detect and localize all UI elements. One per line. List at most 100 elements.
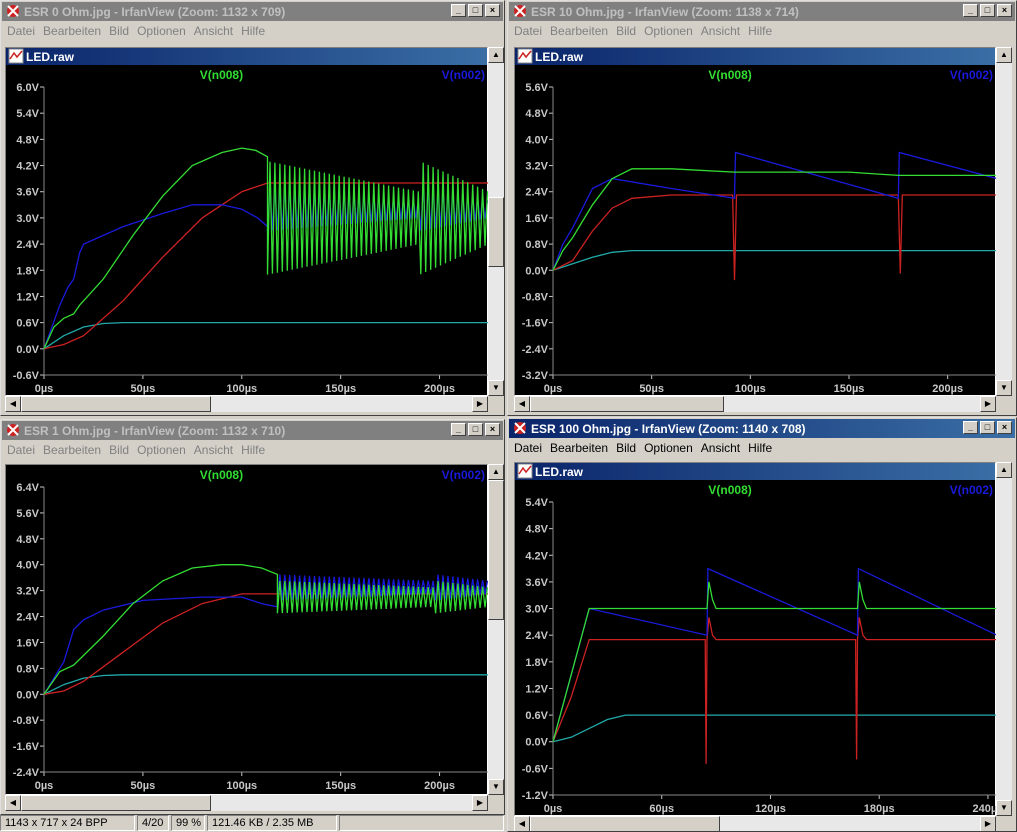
- close-button[interactable]: ×: [997, 4, 1012, 17]
- maximize-button[interactable]: □: [468, 4, 483, 17]
- irfanview-window-esr10[interactable]: ESR 10 Ohm.jpg - IrfanView (Zoom: 1138 x…: [507, 0, 1017, 416]
- y-tick-label: 4.0V: [525, 134, 548, 146]
- y-tick-label: 1.2V: [16, 291, 39, 303]
- scroll-up-button[interactable]: ▲: [488, 464, 504, 480]
- y-tick-label: 2.4V: [16, 612, 39, 624]
- maximize-button[interactable]: □: [980, 4, 995, 17]
- minimize-button[interactable]: _: [451, 423, 466, 436]
- plot-child-window: LED.raw V(n008) V(n002) 5.4V 4.8V 4.2V 3.6V 3.…: [514, 462, 997, 816]
- y-tick-label: 0.0V: [16, 344, 39, 356]
- scroll-down-button[interactable]: ▼: [996, 800, 1012, 816]
- scroll-thumb[interactable]: [21, 396, 211, 412]
- maximize-button[interactable]: □: [468, 423, 483, 436]
- menu-datei[interactable]: Datei: [514, 441, 542, 455]
- x-tick-label: 60µs: [649, 803, 674, 815]
- window-titlebar[interactable]: ESR 10 Ohm.jpg - IrfanView (Zoom: 1138 x…: [509, 2, 1015, 21]
- minimize-button[interactable]: _: [963, 4, 978, 17]
- menu-optionen[interactable]: Optionen: [137, 24, 186, 38]
- window-titlebar[interactable]: ESR 1 Ohm.jpg - IrfanView (Zoom: 1132 x …: [2, 421, 503, 440]
- vertical-scrollbar[interactable]: ▲ ▼: [996, 47, 1012, 396]
- minimize-button[interactable]: _: [451, 4, 466, 17]
- child-titlebar[interactable]: LED.raw: [6, 48, 487, 65]
- menu-datei[interactable]: Datei: [514, 24, 542, 38]
- scroll-right-button[interactable]: ▶: [472, 795, 488, 811]
- scroll-up-button[interactable]: ▲: [996, 47, 1012, 63]
- irfanview-window-esr1[interactable]: ESR 1 Ohm.jpg - IrfanView (Zoom: 1132 x …: [0, 419, 505, 815]
- menu-hilfe[interactable]: Hilfe: [748, 24, 772, 38]
- close-button[interactable]: ×: [485, 423, 500, 436]
- waveform-plot: V(n008) V(n002) 6.0V 5.4V 4.8V 4.2V 3.6V 3.0V 2.…: [13, 68, 489, 395]
- maximize-button[interactable]: □: [980, 421, 995, 434]
- menu-bild[interactable]: Bild: [109, 443, 129, 457]
- scroll-thumb[interactable]: [21, 795, 211, 811]
- x-tick-label: 0µs: [544, 803, 563, 815]
- irfanview-window-esr0[interactable]: ESR 0 Ohm.jpg - IrfanView (Zoom: 1132 x …: [0, 0, 505, 416]
- menu-datei[interactable]: Datei: [7, 24, 35, 38]
- window-titlebar[interactable]: ESR 100 Ohm.jpg - IrfanView (Zoom: 1140 …: [509, 419, 1015, 438]
- menu-bild[interactable]: Bild: [616, 441, 636, 455]
- legend-left: V(n008): [200, 468, 243, 482]
- scroll-down-button[interactable]: ▼: [996, 380, 1012, 396]
- window-titlebar[interactable]: ESR 0 Ohm.jpg - IrfanView (Zoom: 1132 x …: [2, 2, 503, 21]
- x-tick-label: 180µs: [864, 803, 895, 815]
- menu-ansicht[interactable]: Ansicht: [194, 443, 233, 457]
- horizontal-scrollbar[interactable]: ◀ ▶: [5, 396, 488, 412]
- menu-bearbeiten[interactable]: Bearbeiten: [43, 24, 101, 38]
- y-tick-label: 4.8V: [525, 108, 548, 120]
- scroll-up-button[interactable]: ▲: [996, 462, 1012, 478]
- scroll-thumb[interactable]: [488, 480, 504, 620]
- menu-bearbeiten[interactable]: Bearbeiten: [550, 441, 608, 455]
- window-title: ESR 100 Ohm.jpg - IrfanView (Zoom: 1140 …: [531, 421, 806, 436]
- menu-bild[interactable]: Bild: [109, 24, 129, 38]
- close-button[interactable]: ×: [485, 4, 500, 17]
- scroll-thumb[interactable]: [530, 816, 720, 831]
- trace-blue: [552, 151, 997, 271]
- scroll-down-button[interactable]: ▼: [488, 380, 504, 396]
- close-button[interactable]: ×: [997, 421, 1012, 434]
- y-tick-label: 0.6V: [16, 318, 39, 330]
- menubar: Datei Bearbeiten Bild Optionen Ansicht H…: [510, 22, 1014, 40]
- vertical-scrollbar[interactable]: ▲ ▼: [488, 464, 504, 795]
- child-titlebar[interactable]: LED.raw: [515, 463, 995, 480]
- scroll-up-button[interactable]: ▲: [488, 47, 504, 63]
- scroll-left-button[interactable]: ◀: [5, 396, 21, 412]
- scroll-right-button[interactable]: ▶: [472, 396, 488, 412]
- irfanview-window-esr100[interactable]: ESR 100 Ohm.jpg - IrfanView (Zoom: 1140 …: [507, 417, 1017, 832]
- menu-hilfe[interactable]: Hilfe: [241, 443, 265, 457]
- scroll-left-button[interactable]: ◀: [514, 396, 530, 412]
- menu-ansicht[interactable]: Ansicht: [701, 24, 740, 38]
- menu-bearbeiten[interactable]: Bearbeiten: [550, 24, 608, 38]
- menu-hilfe[interactable]: Hilfe: [241, 24, 265, 38]
- scroll-down-button[interactable]: ▼: [488, 779, 504, 795]
- y-tick-label: -2.4V: [13, 767, 40, 779]
- menu-optionen[interactable]: Optionen: [644, 441, 693, 455]
- menu-ansicht[interactable]: Ansicht: [701, 441, 740, 455]
- y-tick-label: 0.8V: [525, 239, 548, 251]
- scroll-right-button[interactable]: ▶: [980, 396, 996, 412]
- child-titlebar[interactable]: LED.raw: [515, 48, 995, 65]
- menu-datei[interactable]: Datei: [7, 443, 35, 457]
- x-tick-label: 150µs: [325, 383, 356, 395]
- waveform-icon: [8, 48, 24, 64]
- menu-optionen[interactable]: Optionen: [644, 24, 693, 38]
- horizontal-scrollbar[interactable]: ◀ ▶: [514, 396, 996, 412]
- menu-ansicht[interactable]: Ansicht: [194, 24, 233, 38]
- scroll-left-button[interactable]: ◀: [514, 816, 530, 831]
- menu-bearbeiten[interactable]: Bearbeiten: [43, 443, 101, 457]
- scroll-thumb[interactable]: [488, 197, 504, 267]
- scroll-left-button[interactable]: ◀: [5, 795, 21, 811]
- scroll-right-button[interactable]: ▶: [980, 816, 996, 831]
- vertical-scrollbar[interactable]: ▲ ▼: [488, 47, 504, 396]
- x-tick-label: 0µs: [35, 780, 54, 792]
- menu-bild[interactable]: Bild: [616, 24, 636, 38]
- menubar: Datei Bearbeiten Bild Optionen Ansicht H…: [3, 22, 502, 40]
- status-image-info: 1143 x 717 x 24 BPP: [0, 815, 135, 831]
- scroll-thumb[interactable]: [530, 396, 724, 412]
- horizontal-scrollbar[interactable]: ◀ ▶: [514, 816, 996, 831]
- menu-hilfe[interactable]: Hilfe: [748, 441, 772, 455]
- y-tick-label: 0.0V: [16, 689, 39, 701]
- vertical-scrollbar[interactable]: ▲ ▼: [996, 462, 1012, 816]
- menu-optionen[interactable]: Optionen: [137, 443, 186, 457]
- minimize-button[interactable]: _: [963, 421, 978, 434]
- horizontal-scrollbar[interactable]: ◀ ▶: [5, 795, 488, 811]
